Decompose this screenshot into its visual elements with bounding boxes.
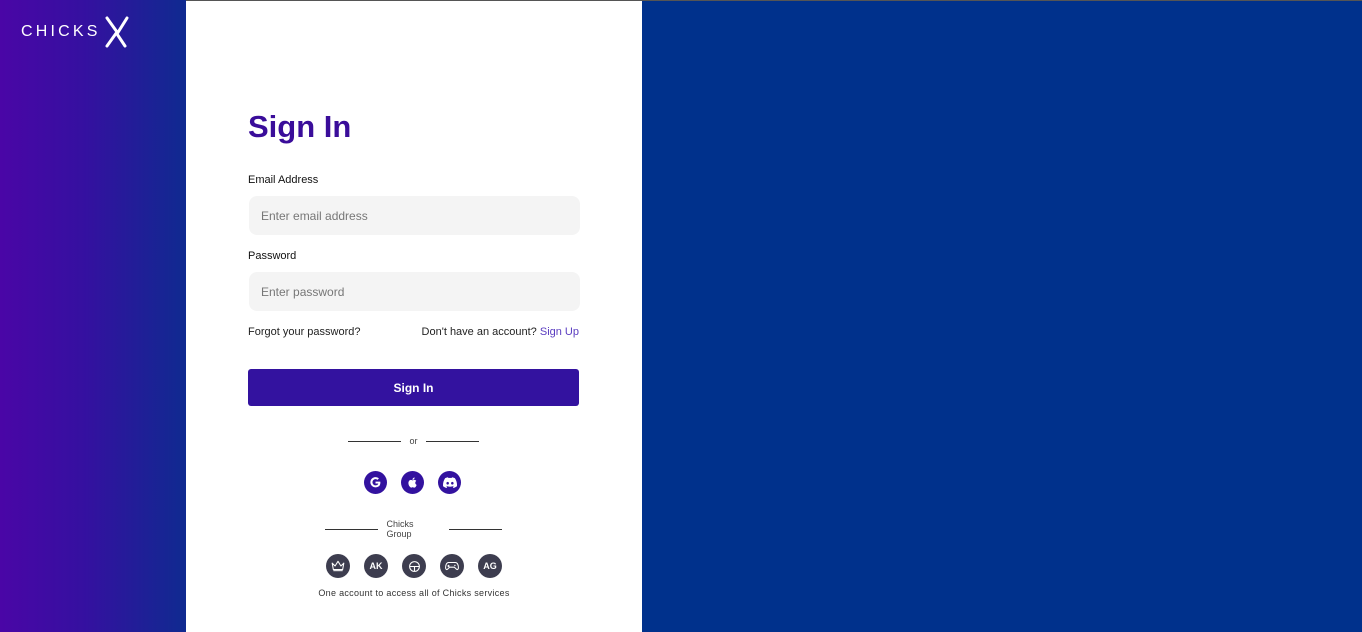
social-login-row [364,471,461,494]
x-mark-icon [105,16,129,48]
or-divider: or [348,436,479,446]
password-field[interactable] [249,272,580,311]
service-gamepad-button[interactable] [440,554,464,578]
discord-login-button[interactable] [438,471,461,494]
email-label: Email Address [248,174,319,186]
ak-logo-icon: AK [369,561,383,571]
page-title: Sign In [248,109,352,144]
service-crown-button[interactable] [326,554,350,578]
forgot-password-link[interactable]: Forgot your password? [248,326,361,338]
google-icon [370,477,381,488]
logo-text: CHICKS [21,23,101,40]
service-globe-button[interactable] [402,554,426,578]
google-login-button[interactable] [364,471,387,494]
left-gradient-strip: CHICKS [0,0,186,632]
no-account-text: Don't have an account? [421,326,537,338]
signin-panel: Sign In Email Address Password Forgot yo… [186,1,642,632]
apple-login-button[interactable] [401,471,424,494]
discord-icon [442,476,457,488]
signup-link[interactable]: Sign Up [540,326,579,338]
service-ag-button[interactable]: AG [478,554,502,578]
service-ak-button[interactable]: AK [364,554,388,578]
services-tagline: One account to access all of Chicks serv… [318,588,510,598]
or-text: or [409,436,418,446]
signup-prompt: Don't have an account? Sign Up [422,326,579,338]
divider-line-left [348,440,402,442]
right-hero-panel [642,1,1362,632]
chicks-group-divider: Chicks Group [325,519,502,539]
chicks-group-title: Chicks Group [386,519,414,539]
signin-button[interactable]: Sign In [248,369,579,406]
globe-icon [408,560,420,572]
divider-line-right [448,528,502,530]
crown-icon [331,560,345,572]
ag-logo-icon: AG [483,561,497,571]
chicks-group-services: AK AG [326,554,502,578]
password-label: Password [248,250,297,262]
divider-line-left [325,528,379,530]
divider-line-right [425,440,479,442]
chicksx-logo[interactable]: CHICKS [21,16,131,48]
gamepad-icon [445,561,459,571]
email-field[interactable] [249,196,580,235]
apple-icon [407,477,417,488]
